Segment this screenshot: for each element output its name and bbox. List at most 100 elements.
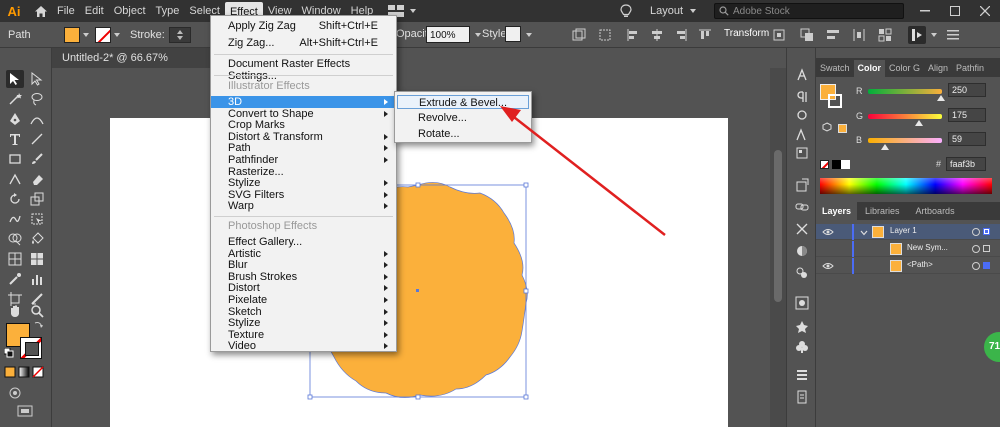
home-icon[interactable] xyxy=(30,0,52,22)
links-panel-icon[interactable] xyxy=(793,198,811,216)
menu-type[interactable]: Type xyxy=(151,0,185,22)
live-paint-bucket-tool-icon[interactable] xyxy=(28,230,46,248)
color-spectrum[interactable] xyxy=(820,178,992,194)
align-top-icon[interactable] xyxy=(696,26,714,44)
selection-indicator[interactable] xyxy=(983,228,990,235)
visibility-eye-icon[interactable] xyxy=(822,227,834,237)
opacity-input[interactable]: 100% xyxy=(426,26,470,43)
bbox-handle[interactable] xyxy=(523,182,529,188)
properties-panel-icon[interactable] xyxy=(793,144,811,162)
distribute-icon[interactable] xyxy=(850,26,868,44)
graphic-styles-panel-icon[interactable] xyxy=(793,294,811,312)
white-color-swatch[interactable] xyxy=(841,160,850,169)
workspace-dropdown[interactable]: Layout xyxy=(650,5,702,17)
menu-item-crop-marks[interactable]: Crop Marks xyxy=(211,119,396,131)
chevron-down-icon[interactable] xyxy=(526,33,532,37)
direct-selection-tool-icon[interactable] xyxy=(28,70,46,88)
menu-revolve[interactable]: Revolve... xyxy=(397,111,529,125)
align-stack-icon[interactable] xyxy=(793,366,811,384)
tab-libraries[interactable]: Libraries xyxy=(857,203,908,220)
maximize-button[interactable] xyxy=(940,0,970,22)
menu-item-texture[interactable]: Texture xyxy=(211,329,396,341)
closest-color-swatch[interactable] xyxy=(838,124,847,133)
menu-raster-settings[interactable]: Document Raster Effects Settings... xyxy=(211,58,396,82)
curvature-tool-icon[interactable] xyxy=(28,110,46,128)
transparency-panel-icon[interactable] xyxy=(793,242,811,260)
menu-item-brush-strokes[interactable]: Brush Strokes xyxy=(211,271,396,283)
r-slider[interactable] xyxy=(868,89,942,94)
none-color-swatch[interactable] xyxy=(820,160,829,169)
target-icon[interactable] xyxy=(972,228,980,236)
type-tool-icon[interactable] xyxy=(6,130,24,148)
appearance-panel-icon[interactable] xyxy=(793,264,811,282)
lasso-tool-icon[interactable] xyxy=(28,90,46,108)
free-transform-tool-icon[interactable] xyxy=(28,210,46,228)
align-right-icon[interactable] xyxy=(672,26,690,44)
pathfinder-icon[interactable] xyxy=(798,26,816,44)
rectangle-tool-icon[interactable] xyxy=(6,150,24,168)
edit-toolbar-icon[interactable] xyxy=(908,26,926,44)
tab-color[interactable]: Color xyxy=(853,60,886,77)
menu-item-rasterize[interactable]: Rasterize... xyxy=(211,166,396,178)
g-value-input[interactable]: 175 xyxy=(948,108,986,122)
b-slider-thumb[interactable] xyxy=(881,144,890,150)
shaper-tool-icon[interactable] xyxy=(6,170,24,188)
chevron-down-icon[interactable] xyxy=(860,227,868,239)
menu-item-warp[interactable]: Warp xyxy=(211,200,396,212)
g-slider[interactable] xyxy=(868,114,942,119)
target-icon[interactable] xyxy=(972,262,980,270)
swap-fill-stroke-icon[interactable] xyxy=(34,320,44,330)
close-window-button[interactable] xyxy=(970,0,1000,22)
paintbrush-tool-icon[interactable] xyxy=(28,150,46,168)
bbox-handle[interactable] xyxy=(523,288,529,294)
menu-item-pathfinder[interactable]: Pathfinder xyxy=(211,154,396,166)
tab-layers[interactable]: Layers xyxy=(816,202,858,220)
lightbulb-icon[interactable] xyxy=(616,1,636,21)
out-of-gamut-icon[interactable] xyxy=(822,122,832,135)
select-similar-icon[interactable] xyxy=(876,26,894,44)
b-slider[interactable] xyxy=(868,138,942,143)
selection-indicator[interactable] xyxy=(983,245,990,252)
rotate-tool-icon[interactable] xyxy=(6,190,24,208)
transform-link[interactable]: Transform xyxy=(724,28,769,39)
fill-color-swatch[interactable] xyxy=(64,26,80,43)
menu-item-svg-filters[interactable]: SVG Filters xyxy=(211,189,396,201)
color-stroke-preview[interactable] xyxy=(828,94,842,108)
symbols-panel-icon[interactable] xyxy=(793,318,811,336)
menu-item-stylize[interactable]: Stylize xyxy=(211,177,396,189)
opentype-panel-icon[interactable] xyxy=(793,106,811,124)
color-mode-icon[interactable] xyxy=(4,366,16,378)
layer-row[interactable]: <Path> xyxy=(816,258,1000,274)
isolate-icon[interactable] xyxy=(770,26,788,44)
tab-pathfinder[interactable]: Pathfin xyxy=(952,60,988,77)
club-symbol-icon[interactable] xyxy=(793,338,811,356)
menu-edit[interactable]: Edit xyxy=(80,0,109,22)
character-panel-icon[interactable] xyxy=(793,66,811,84)
menu-last-effect[interactable]: Zig Zag... Alt+Shift+Ctrl+E xyxy=(211,37,396,49)
minimize-button[interactable] xyxy=(910,0,940,22)
line-segment-tool-icon[interactable] xyxy=(28,130,46,148)
export-panel-icon[interactable] xyxy=(793,176,811,194)
g-slider-thumb[interactable] xyxy=(914,120,923,126)
pen-tool-icon[interactable] xyxy=(6,110,24,128)
bbox-handle[interactable] xyxy=(307,394,313,400)
menu-rotate[interactable]: Rotate... xyxy=(397,127,529,141)
mesh-tool-icon[interactable] xyxy=(28,250,46,268)
align-to-icon[interactable] xyxy=(596,26,614,44)
magic-wand-tool-icon[interactable] xyxy=(6,90,24,108)
chevron-down-icon[interactable] xyxy=(931,33,937,37)
r-slider-thumb[interactable] xyxy=(936,95,945,101)
menu-item-distort-transform[interactable]: Distort & Transform xyxy=(211,131,396,143)
eraser-tool-icon[interactable] xyxy=(28,170,46,188)
none-mode-icon[interactable] xyxy=(32,366,44,378)
hex-input[interactable]: faaf3b xyxy=(946,157,986,171)
selection-tool-icon[interactable] xyxy=(6,70,24,88)
menu-item-path[interactable]: Path xyxy=(211,142,396,154)
menu-apply-last-effect[interactable]: Apply Zig Zag Shift+Ctrl+E xyxy=(211,20,396,32)
chevron-down-icon[interactable] xyxy=(475,33,481,37)
graph-tool-icon[interactable] xyxy=(28,270,46,288)
menu-item-stylize[interactable]: Stylize xyxy=(211,317,396,329)
glyphs-panel-icon[interactable] xyxy=(793,126,811,144)
tab-align[interactable]: Align xyxy=(924,60,952,77)
tab-color-guide[interactable]: Color G xyxy=(885,60,924,77)
